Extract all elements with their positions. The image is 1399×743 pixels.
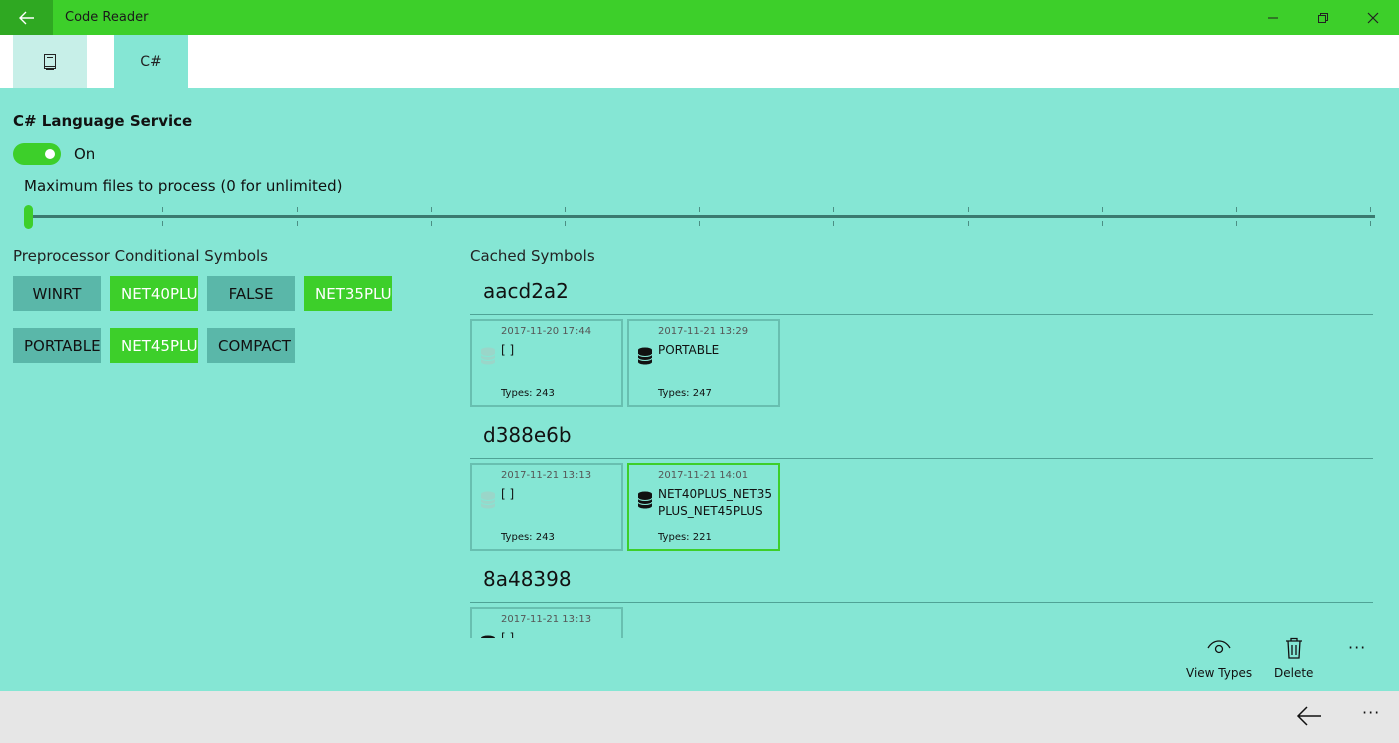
database-icon	[637, 491, 653, 509]
symbol-net45plus[interactable]: NET45PLUS	[110, 328, 198, 363]
settings-pane: C# Language Service On Maximum files to …	[0, 88, 1399, 691]
slider-tick	[1102, 207, 1103, 212]
cache-types: Types: 247	[658, 388, 712, 399]
cache-name: PORTABLE	[658, 343, 720, 357]
symbol-net40plus[interactable]: NET40PLUS	[110, 276, 198, 311]
tab-library[interactable]	[13, 35, 87, 88]
tab-csharp-label: C#	[140, 53, 162, 70]
preprocessor-title: Preprocessor Conditional Symbols	[13, 247, 268, 265]
slider-tick	[833, 207, 834, 212]
back-arrow-icon	[18, 11, 34, 24]
bottom-more-button[interactable]: ···	[1362, 703, 1380, 722]
bottom-back-button[interactable]	[1296, 705, 1322, 731]
slider-tick	[968, 207, 969, 212]
cache-card-selected[interactable]: 2017-11-21 14:01 NET40PLUS_NET35PLUS_NET…	[627, 463, 780, 551]
max-files-slider-thumb[interactable]	[24, 205, 33, 229]
view-types-label: View Types	[1186, 666, 1253, 680]
group-divider	[470, 602, 1373, 603]
back-arrow-icon	[1296, 706, 1321, 726]
back-button[interactable]	[0, 0, 53, 35]
slider-tick	[565, 221, 566, 226]
slider-tick	[297, 207, 298, 212]
eye-icon	[1207, 640, 1231, 654]
more-commands-button[interactable]: ···	[1348, 638, 1366, 657]
restore-icon	[1318, 12, 1328, 23]
bottom-app-bar: ···	[0, 691, 1399, 743]
slider-tick	[1370, 221, 1371, 226]
slider-tick	[1236, 207, 1237, 212]
cache-card[interactable]: 2017-11-20 17:44 [ ] Types: 243	[470, 319, 623, 407]
database-icon	[637, 347, 653, 365]
symbol-false[interactable]: FALSE	[207, 276, 295, 311]
max-files-slider-track[interactable]	[28, 215, 1375, 218]
slider-tick	[431, 221, 432, 226]
slider-tick	[699, 221, 700, 226]
cache-date: 2017-11-20 17:44	[501, 326, 592, 337]
slider-tick	[431, 207, 432, 212]
tab-strip: C#	[0, 35, 1399, 88]
max-files-label: Maximum files to process (0 for unlimite…	[24, 177, 343, 195]
cache-card[interactable]: 2017-11-21 13:13 [ ] Types: 243	[470, 463, 623, 551]
cached-symbols-title: Cached Symbols	[470, 247, 595, 265]
cache-name: [ ]	[501, 631, 515, 638]
minimize-button[interactable]	[1248, 0, 1298, 35]
slider-tick	[162, 207, 163, 212]
database-icon	[480, 347, 496, 365]
slider-tick	[1370, 207, 1371, 212]
cache-date: 2017-11-21 13:13	[501, 470, 592, 481]
cache-types: Types: 243	[501, 532, 555, 543]
slider-tick	[968, 221, 969, 226]
slider-tick	[1236, 221, 1237, 226]
delete-label: Delete	[1274, 666, 1314, 680]
cache-date: 2017-11-21 13:29	[658, 326, 749, 337]
slider-tick	[1102, 221, 1103, 226]
symbol-compact[interactable]: COMPACT	[207, 328, 295, 363]
cache-card[interactable]: 2017-11-21 13:13 [ ]	[470, 607, 623, 638]
title-bar: Code Reader	[0, 0, 1399, 35]
symbol-net35plus[interactable]: NET35PLUS	[304, 276, 392, 311]
symbol-portable[interactable]: PORTABLE	[13, 328, 101, 363]
group-header: d388e6b	[483, 423, 572, 447]
cache-name: NET40PLUS_NET35PLUS_NET45PLUS	[658, 487, 773, 518]
tab-csharp[interactable]: C#	[114, 35, 188, 88]
database-icon	[481, 635, 495, 638]
cache-date: 2017-11-21 14:01	[658, 470, 749, 481]
database-icon	[480, 491, 496, 509]
symbol-winrt[interactable]: WINRT	[13, 276, 101, 311]
close-icon	[1367, 12, 1379, 23]
trash-icon	[1285, 637, 1302, 659]
app-title: Code Reader	[65, 10, 149, 25]
language-service-toggle[interactable]	[13, 143, 61, 165]
slider-tick	[833, 221, 834, 226]
cache-name: [ ]	[501, 343, 515, 357]
cache-name: [ ]	[501, 487, 515, 501]
cached-symbols-list[interactable]: aacd2a2 2017-11-20 17:44 [ ] Types: 243 …	[470, 276, 1380, 638]
cache-date: 2017-11-21 13:13	[501, 614, 592, 625]
section-title: C# Language Service	[13, 112, 193, 130]
group-header: aacd2a2	[483, 279, 569, 303]
toggle-knob	[45, 149, 55, 159]
cache-card[interactable]: 2017-11-21 13:29 PORTABLE Types: 247	[627, 319, 780, 407]
cache-types: Types: 221	[658, 532, 712, 543]
view-types-button[interactable]: View Types	[1186, 636, 1252, 680]
slider-tick	[699, 207, 700, 212]
toggle-state-label: On	[74, 145, 96, 163]
slider-tick	[297, 221, 298, 226]
close-button[interactable]	[1348, 0, 1398, 35]
restore-button[interactable]	[1298, 0, 1348, 35]
cache-types: Types: 243	[501, 388, 555, 399]
group-divider	[470, 314, 1373, 315]
slider-tick	[565, 207, 566, 212]
delete-button[interactable]: Delete	[1274, 636, 1313, 680]
group-divider	[470, 458, 1373, 459]
group-header: 8a48398	[483, 567, 572, 591]
minimize-icon	[1268, 17, 1278, 18]
book-icon	[44, 53, 56, 70]
slider-tick	[162, 221, 163, 226]
